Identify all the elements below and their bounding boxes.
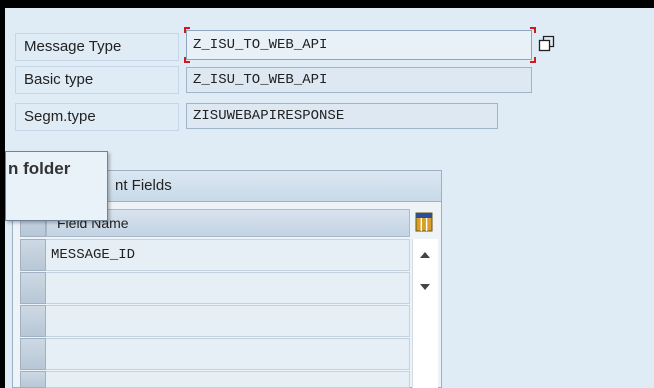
segm-type-input[interactable]: ZISUWEBAPIRESPONSE xyxy=(186,103,498,129)
row-selector[interactable] xyxy=(20,239,46,271)
scroll-up-icon[interactable] xyxy=(419,247,431,258)
row-selector[interactable] xyxy=(20,272,46,304)
message-type-label: Message Type xyxy=(15,33,179,61)
table-cell-field-name[interactable]: MESSAGE_ID xyxy=(46,239,410,271)
focus-corner-icon xyxy=(184,57,190,63)
basic-type-input[interactable]: Z_ISU_TO_WEB_API xyxy=(186,67,532,93)
value-help-icon[interactable] xyxy=(538,35,556,53)
vertical-scrollbar[interactable] xyxy=(412,239,438,388)
message-type-input[interactable]: Z_ISU_TO_WEB_API xyxy=(186,30,532,60)
column-settings-icon[interactable] xyxy=(415,211,433,233)
table-cell-field-name[interactable] xyxy=(46,338,410,370)
table-cell-field-name[interactable] xyxy=(46,272,410,304)
tooltip-text: n folder xyxy=(8,159,71,178)
top-border xyxy=(0,0,654,8)
table-cell-field-name[interactable] xyxy=(46,371,410,388)
focus-corner-icon xyxy=(530,57,536,63)
row-selector[interactable] xyxy=(20,305,46,337)
segm-type-label: Segm.type xyxy=(15,103,179,131)
tooltip: n folder xyxy=(5,151,108,221)
row-selector[interactable] xyxy=(20,338,46,370)
scroll-down-icon[interactable] xyxy=(419,279,431,290)
table-cell-field-name[interactable] xyxy=(46,305,410,337)
basic-type-label: Basic type xyxy=(15,66,179,94)
focus-corner-icon xyxy=(530,27,536,33)
row-selector[interactable] xyxy=(20,371,46,388)
focus-corner-icon xyxy=(184,27,190,33)
